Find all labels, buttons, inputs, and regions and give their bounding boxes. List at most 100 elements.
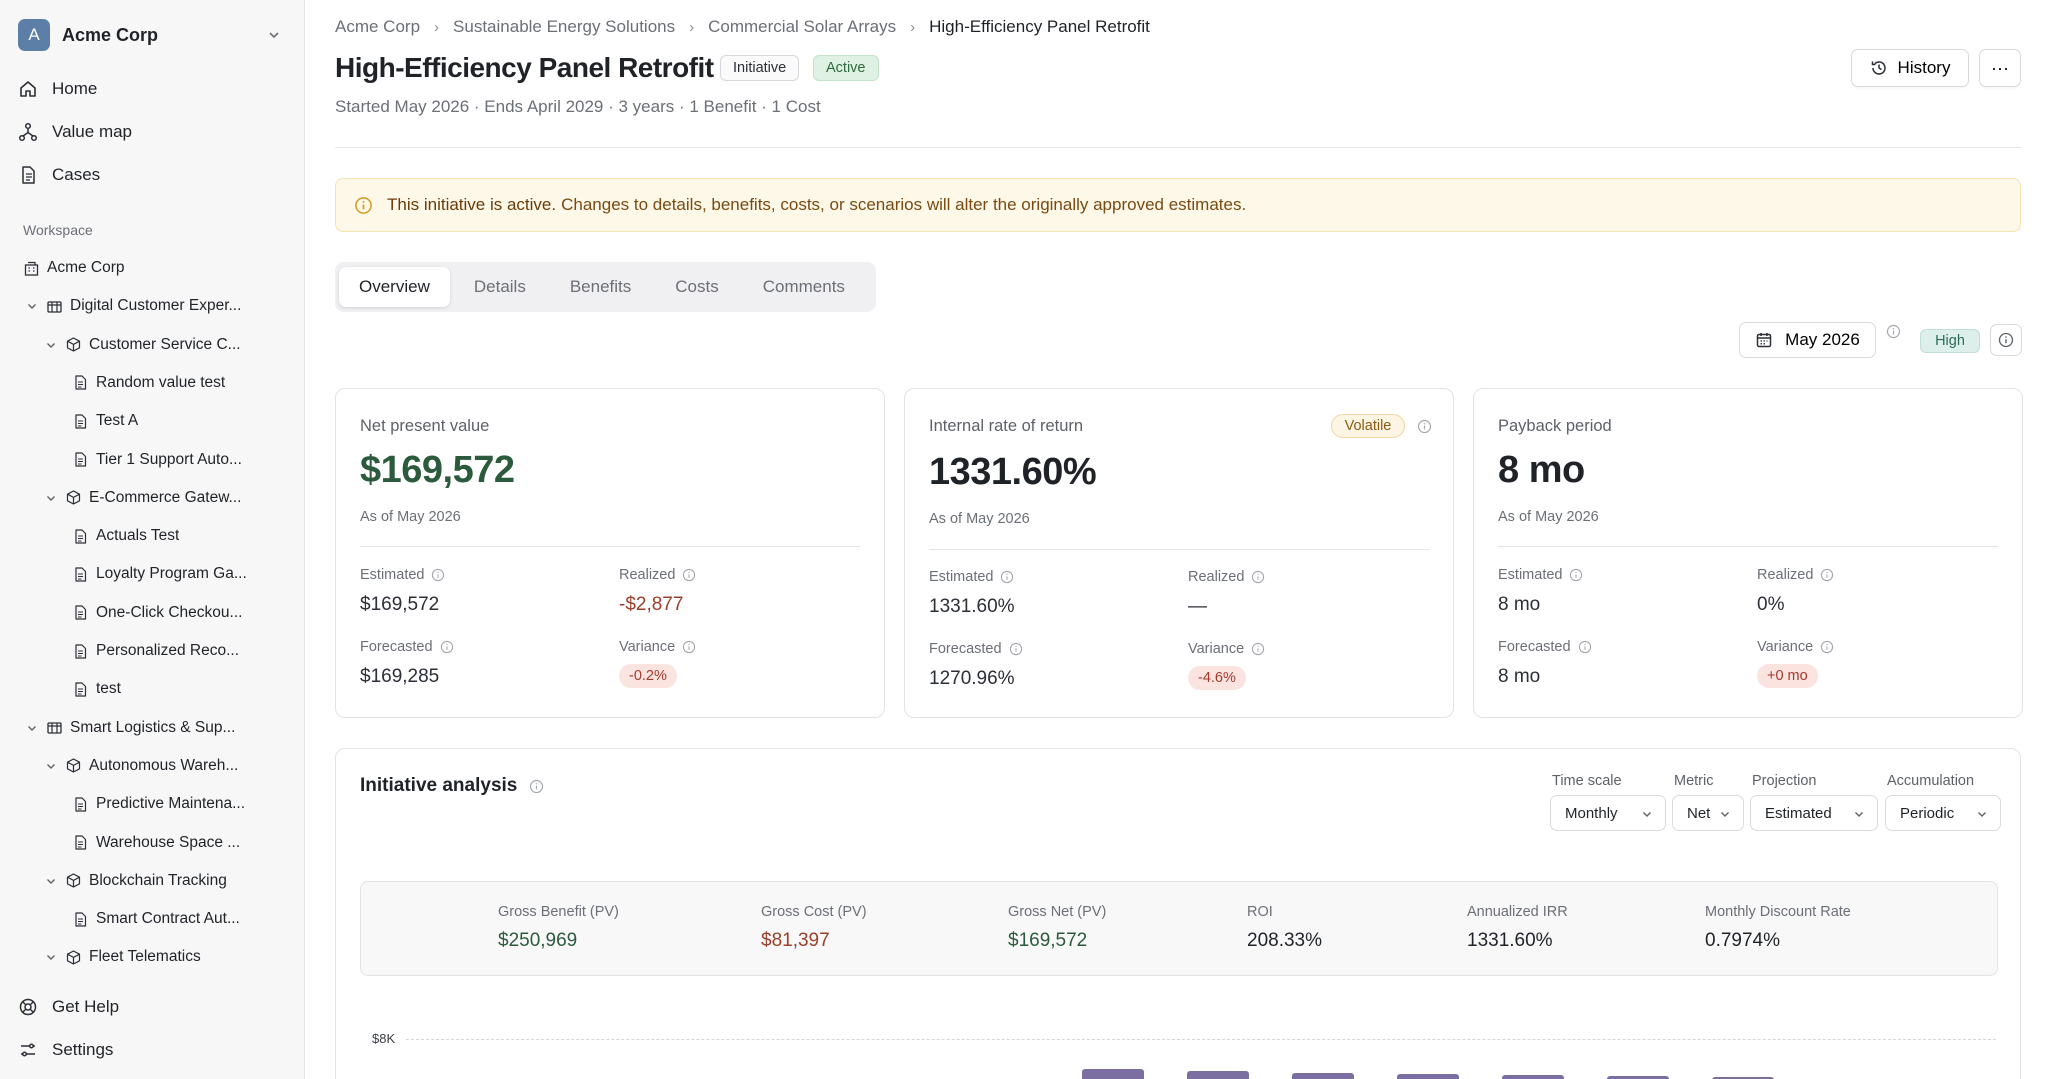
irr-realized-value: — bbox=[1188, 596, 1207, 617]
info-icon[interactable] bbox=[1000, 570, 1014, 584]
org-switcher[interactable]: A Acme Corp bbox=[18, 18, 288, 52]
accumulation-select[interactable]: Periodic bbox=[1885, 795, 2001, 831]
more-options-button[interactable]: ··· bbox=[1979, 49, 2021, 87]
info-icon[interactable] bbox=[431, 568, 445, 582]
tree-item[interactable]: Actuals Test bbox=[72, 523, 179, 549]
nav-home[interactable]: Home bbox=[18, 74, 97, 104]
tree-item[interactable]: Tier 1 Support Auto... bbox=[72, 447, 242, 473]
tree-item[interactable]: One-Click Checkou... bbox=[72, 600, 242, 626]
payback-variance-badge: +0 mo bbox=[1757, 664, 1818, 688]
card-divider bbox=[360, 546, 860, 547]
info-icon[interactable] bbox=[1251, 570, 1265, 584]
alert-strong-text: This initiative is active. bbox=[387, 195, 557, 214]
nav-settings[interactable]: Settings bbox=[18, 1035, 113, 1065]
chevron-down-icon bbox=[1978, 812, 1986, 817]
chart-bar[interactable] bbox=[1187, 1071, 1249, 1079]
date-selector[interactable]: May 2026 bbox=[1739, 322, 1876, 358]
nav-get-help[interactable]: Get Help bbox=[18, 992, 119, 1022]
info-icon[interactable] bbox=[1820, 640, 1834, 654]
tree-item[interactable]: E-Commerce Gatew... bbox=[45, 485, 241, 511]
page-title: High-Efficiency Panel Retrofit bbox=[335, 52, 714, 83]
nav-home-label: Home bbox=[52, 79, 98, 98]
npv-realized-value: -$2,877 bbox=[619, 594, 684, 615]
info-icon[interactable] bbox=[440, 640, 454, 654]
chevron-down-icon[interactable] bbox=[26, 300, 38, 312]
irr-as-of: As of May 2026 bbox=[929, 511, 1030, 527]
breadcrumb-item[interactable]: Commercial Solar Arrays bbox=[708, 17, 896, 37]
stat-label-text: Variance bbox=[1757, 639, 1814, 655]
tree-item-label: Warehouse Space ... bbox=[96, 833, 241, 851]
confidence-info-button[interactable] bbox=[1990, 324, 2022, 356]
tree-item[interactable]: Fleet Telematics bbox=[45, 944, 201, 970]
breadcrumb-item[interactable]: Acme Corp bbox=[335, 17, 420, 37]
stat-label-text: Estimated bbox=[929, 569, 994, 585]
chart-bar[interactable] bbox=[1292, 1073, 1354, 1079]
info-icon[interactable] bbox=[1417, 419, 1432, 434]
breadcrumb-item[interactable]: Sustainable Energy Solutions bbox=[453, 17, 675, 37]
tree-item[interactable]: Smart Logistics & Sup... bbox=[26, 715, 235, 741]
tab-overview[interactable]: Overview bbox=[339, 267, 450, 307]
info-icon[interactable] bbox=[682, 568, 696, 582]
analysis-title-text: Initiative analysis bbox=[360, 775, 518, 796]
document-icon bbox=[75, 414, 87, 429]
info-icon[interactable] bbox=[1251, 642, 1265, 656]
history-button[interactable]: History bbox=[1851, 49, 1969, 87]
chart-bar[interactable] bbox=[1082, 1069, 1144, 1079]
tree-item[interactable]: Test A bbox=[72, 408, 138, 434]
npv-realized-label: Realized bbox=[619, 567, 696, 583]
info-icon[interactable] bbox=[682, 640, 696, 654]
nav-cases[interactable]: Cases bbox=[18, 160, 100, 190]
tree-item[interactable]: Acme Corp bbox=[23, 255, 125, 281]
org-name: Acme Corp bbox=[62, 24, 159, 45]
tree-item[interactable]: Smart Contract Aut... bbox=[72, 906, 240, 932]
tree-item[interactable]: Digital Customer Exper... bbox=[26, 293, 241, 319]
chevron-down-icon[interactable] bbox=[26, 722, 38, 734]
chevron-down-icon[interactable] bbox=[45, 339, 57, 351]
tree-item[interactable]: Predictive Maintena... bbox=[72, 791, 245, 817]
chevron-down-icon[interactable] bbox=[45, 760, 57, 772]
chevron-right-icon: › bbox=[434, 18, 440, 36]
tree-item-label: Random value test bbox=[96, 373, 226, 391]
info-icon[interactable] bbox=[1578, 640, 1592, 654]
tree-item[interactable]: Personalized Reco... bbox=[72, 638, 239, 664]
annualized-irr-value: 1331.60% bbox=[1467, 930, 1553, 951]
tree-item[interactable]: test bbox=[72, 676, 121, 702]
tab-details[interactable]: Details bbox=[454, 267, 546, 307]
status-badge: Active bbox=[813, 55, 879, 81]
stat-label-text: Realized bbox=[619, 567, 676, 583]
tree-item[interactable]: Warehouse Space ... bbox=[72, 830, 240, 856]
nav-value-map[interactable]: Value map bbox=[18, 117, 132, 147]
chevron-down-icon[interactable] bbox=[45, 492, 57, 504]
chart-bar[interactable] bbox=[1502, 1075, 1564, 1079]
info-icon[interactable] bbox=[1009, 642, 1023, 656]
tree-item[interactable]: Loyalty Program Ga... bbox=[72, 561, 247, 587]
tree-item[interactable]: Blockchain Tracking bbox=[45, 868, 227, 894]
tab-comments[interactable]: Comments bbox=[743, 267, 865, 307]
card-divider bbox=[929, 549, 1429, 550]
info-icon[interactable] bbox=[1886, 324, 1901, 339]
chevron-down-icon[interactable] bbox=[45, 875, 57, 887]
tab-costs[interactable]: Costs bbox=[655, 267, 738, 307]
chevron-down-icon bbox=[1721, 812, 1729, 817]
tree-item[interactable]: Autonomous Wareh... bbox=[45, 753, 238, 779]
portfolio-icon bbox=[47, 301, 62, 313]
metric-select[interactable]: Net bbox=[1672, 795, 1744, 831]
tab-benefits[interactable]: Benefits bbox=[550, 267, 651, 307]
tree-item[interactable]: Customer Service C... bbox=[45, 332, 241, 358]
irr-label: Internal rate of return bbox=[929, 417, 1084, 435]
projection-select[interactable]: Estimated bbox=[1750, 795, 1878, 831]
nav-get-help-label: Get Help bbox=[52, 997, 120, 1016]
info-icon[interactable] bbox=[1569, 568, 1583, 582]
breadcrumb-current: High-Efficiency Panel Retrofit bbox=[929, 17, 1150, 36]
gross-cost-label: Gross Cost (PV) bbox=[761, 904, 867, 920]
tab-bar: Overview Details Benefits Costs Comments bbox=[335, 262, 876, 312]
stat-label-text: Realized bbox=[1188, 569, 1245, 585]
info-icon[interactable] bbox=[1820, 568, 1834, 582]
irr-value: 1331.60% bbox=[929, 451, 1097, 493]
chevron-down-icon[interactable] bbox=[45, 951, 57, 963]
time-scale-select[interactable]: Monthly bbox=[1550, 795, 1666, 831]
info-icon[interactable] bbox=[529, 779, 544, 794]
tree-item[interactable]: Random value test bbox=[72, 370, 225, 396]
chart-bar[interactable] bbox=[1397, 1074, 1459, 1079]
irr-estimated-label: Estimated bbox=[929, 569, 1014, 585]
